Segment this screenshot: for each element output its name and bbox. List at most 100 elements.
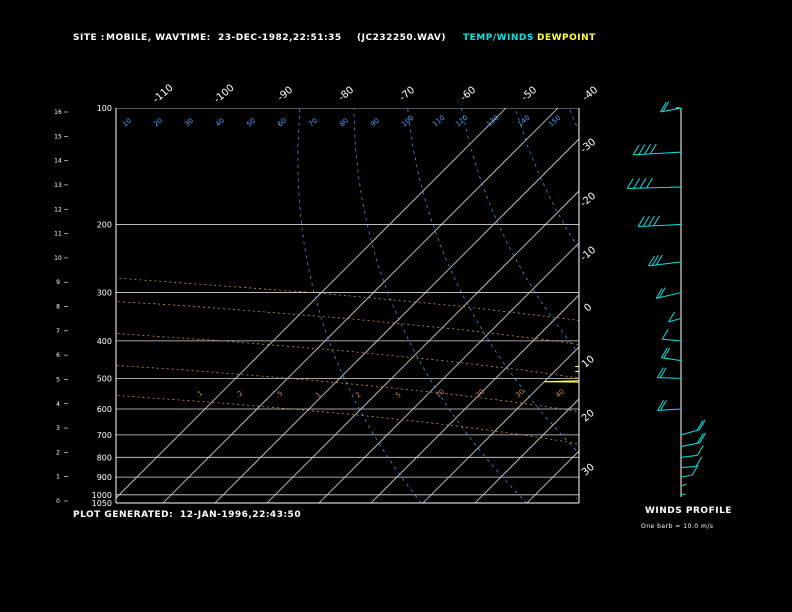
- mixing-ratio-label: .1: [194, 389, 204, 399]
- wind-barb-flag: [659, 367, 667, 379]
- isotherm-line: [631, 108, 792, 503]
- right-temp-label: 20: [580, 408, 597, 425]
- height-label: 5: [56, 376, 60, 383]
- skew-t-diagram: 1002003004005006007008009001000105016151…: [54, 83, 792, 508]
- wind-barb-flag: [661, 328, 669, 340]
- mixing-ratio-line: [746, 341, 792, 503]
- wind-barb-shaft: [680, 493, 686, 496]
- mixing-ratio-label: 5: [394, 391, 403, 400]
- isotherm-line: [735, 108, 792, 503]
- wind-barb-flag: [657, 400, 665, 411]
- top-temp-label: -70: [398, 85, 418, 104]
- moist-adiabat-line: [116, 301, 579, 345]
- mixing-ratio-label: 40: [554, 388, 566, 400]
- isotherm-line: [422, 346, 579, 503]
- isobar-label: 600: [97, 405, 112, 414]
- mixing-ratio-line: [609, 341, 722, 503]
- right-temp-label: 10: [580, 354, 597, 371]
- top-temp-label: -50: [520, 85, 540, 104]
- height-label: 9: [56, 279, 60, 286]
- dry-adiabat-label: 70: [307, 117, 319, 129]
- dry-adiabat-label: 10: [121, 117, 133, 129]
- top-temp-label: -90: [276, 85, 296, 104]
- wind-barb-shaft: [680, 466, 696, 469]
- wind-barb-flag: [653, 215, 661, 226]
- wind-barb-flag: [655, 254, 663, 266]
- wind-barb-flag: [648, 215, 655, 227]
- height-label: 2: [56, 449, 60, 456]
- isotherm-line: [526, 450, 579, 503]
- wind-barb-shaft: [657, 377, 682, 379]
- wind-barb-flag: [695, 456, 703, 467]
- dry-adiabat-label: 140: [516, 114, 531, 129]
- isotherm-line: [266, 190, 579, 503]
- moist-adiabat-line: [116, 395, 579, 445]
- top-temp-label: -100: [212, 83, 236, 106]
- wind-barb-flag: [637, 216, 645, 227]
- dry-adiabat-label: 120: [454, 114, 469, 129]
- mixing-ratio-line: [659, 341, 768, 503]
- height-label: 15: [54, 133, 62, 140]
- wind-barb-flag: [648, 255, 655, 267]
- dry-adiabat-line: [353, 108, 527, 503]
- height-label: 14: [54, 158, 62, 165]
- isotherm-line: [683, 108, 792, 503]
- dry-adiabat-line: [407, 108, 579, 454]
- isotherm-line: [787, 108, 792, 503]
- height-label: 4: [56, 401, 60, 408]
- isobar-label: 900: [97, 473, 112, 482]
- isotherm-line: [214, 138, 579, 503]
- dry-adiabat-label: 50: [245, 117, 257, 129]
- isobar-label: 800: [97, 453, 112, 462]
- top-temp-label: -80: [337, 85, 357, 104]
- wind-barb-shaft: [661, 357, 682, 362]
- moist-adiabat-line: [116, 277, 579, 321]
- isotherm-line: [162, 108, 559, 503]
- dry-adiabat-line: [623, 108, 792, 503]
- height-label: 11: [54, 231, 62, 238]
- right-temp-label: -30: [579, 137, 599, 156]
- wind-barb-flag: [626, 178, 634, 189]
- wind-barb-flag: [659, 399, 667, 411]
- height-label: 0: [56, 498, 60, 505]
- height-label: 6: [56, 352, 60, 359]
- dry-adiabat-label: 90: [369, 117, 381, 129]
- wind-barb-shaft: [680, 474, 693, 478]
- isobar-label: 400: [97, 337, 112, 346]
- isotherm-line: [474, 398, 579, 503]
- dry-adiabat-label: 40: [214, 117, 226, 129]
- isotherm-line: [318, 242, 579, 503]
- wind-barb-flag: [638, 144, 646, 155]
- wind-barb-shaft: [627, 186, 682, 190]
- wind-barb-shaft: [662, 338, 682, 342]
- right-temp-label: 30: [580, 462, 597, 479]
- dry-adiabat-line: [514, 108, 579, 250]
- right-temp-label: -10: [579, 245, 599, 264]
- mixing-ratio-label: 30: [514, 388, 526, 400]
- dry-adiabat-label: 110: [431, 114, 446, 129]
- wind-barb-flag: [649, 143, 657, 155]
- wind-barb-flag: [633, 178, 641, 189]
- isobar-label: 300: [97, 289, 112, 298]
- wind-barb-flag: [646, 177, 654, 189]
- wind-barb-shaft: [680, 442, 700, 447]
- isotherm-line: [116, 108, 507, 499]
- dry-adiabat-label: 80: [338, 117, 350, 129]
- isotherm-line: [370, 294, 579, 503]
- wind-barb-shaft: [680, 454, 698, 458]
- mixing-ratio-label: 2: [354, 391, 363, 400]
- isobar-label: 1050: [92, 499, 112, 508]
- dry-adiabat-line: [784, 108, 792, 503]
- wind-barb-flag: [632, 144, 640, 156]
- wind-barb-shaft: [680, 483, 687, 487]
- dry-adiabat-label: 100: [400, 114, 415, 129]
- dewpoint-profile-line: [544, 365, 579, 383]
- wind-barb-flag: [639, 177, 647, 189]
- right-temp-label: 0: [582, 302, 594, 315]
- top-temp-label: -60: [459, 85, 479, 104]
- height-label: 12: [54, 206, 62, 213]
- wind-barb-flag: [656, 367, 664, 378]
- isotherm-line: [578, 502, 579, 503]
- wind-barb-flag: [642, 215, 650, 227]
- isobar-label: 200: [97, 220, 112, 229]
